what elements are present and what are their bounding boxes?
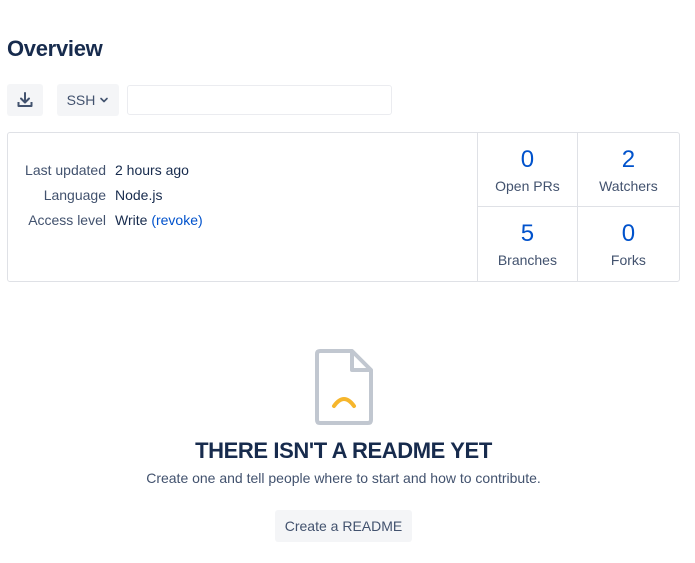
repo-stats: 0 Open PRs 2 Watchers 5 Branches 0 Forks	[476, 133, 679, 281]
clone-url-input[interactable]	[127, 85, 392, 115]
revoke-link[interactable]: (revoke)	[151, 212, 202, 228]
language-label: Language	[43, 186, 106, 203]
protocol-label: SSH	[66, 92, 96, 108]
protocol-select-button[interactable]: SSH	[57, 84, 119, 116]
sad-document-icon	[314, 349, 373, 425]
stat-forks[interactable]: 0 Forks	[578, 207, 679, 281]
last-updated-value: 2 hours ago	[115, 161, 189, 178]
readme-empty-subtitle: Create one and tell people where to star…	[146, 470, 541, 486]
forks-label: Forks	[610, 252, 646, 268]
branches-label: Branches	[497, 252, 557, 268]
stat-branches[interactable]: 5 Branches	[478, 207, 578, 281]
stat-watchers[interactable]: 2 Watchers	[577, 133, 679, 207]
open-prs-label: Open PRs	[495, 177, 560, 194]
page-title: Overview	[7, 36, 103, 61]
last-updated-label: Last updated	[25, 161, 106, 178]
clone-toolbar: SSH	[7, 84, 392, 116]
chevron-down-icon	[100, 97, 109, 103]
stat-open-prs[interactable]: 0 Open PRs	[477, 133, 578, 207]
access-level-value: Write (revoke)	[115, 212, 203, 228]
access-level-text: Write	[115, 211, 148, 228]
readme-empty-state: THERE ISN'T A README YET Create one and …	[0, 348, 687, 542]
repo-info-panel: Last updated 2 hours ago Language Node.j…	[7, 132, 680, 282]
access-level-label: Access level	[28, 211, 106, 228]
access-level-row: Access level Write (revoke)	[8, 207, 477, 232]
repo-metadata: Last updated 2 hours ago Language Node.j…	[8, 133, 477, 281]
language-row: Language Node.js	[8, 182, 477, 207]
readme-empty-title: THERE ISN'T A README YET	[195, 438, 492, 463]
download-icon	[17, 92, 33, 107]
open-prs-count: 0	[520, 145, 535, 173]
last-updated-row: Last updated 2 hours ago	[8, 157, 477, 182]
download-button[interactable]	[7, 84, 43, 116]
forks-count: 0	[621, 220, 636, 247]
language-value: Node.js	[115, 186, 163, 203]
watchers-count: 2	[621, 145, 636, 173]
branches-count: 5	[520, 220, 535, 247]
repository-overview-page: Overview SSH Last updated 2 hours ago La…	[0, 0, 695, 563]
watchers-label: Watchers	[599, 177, 658, 194]
create-readme-button[interactable]: Create a README	[274, 510, 413, 542]
